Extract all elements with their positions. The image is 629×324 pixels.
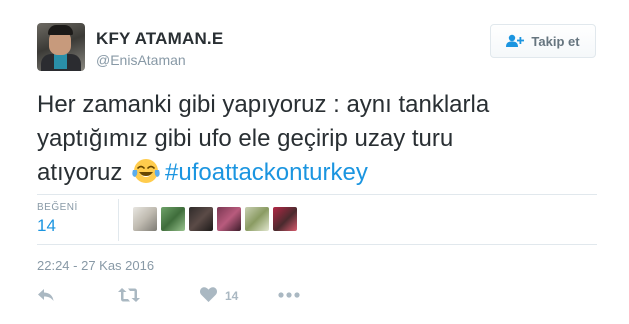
tears-of-joy-emoji: [131, 157, 161, 185]
divider: [37, 194, 597, 195]
user-avatar[interactable]: [37, 23, 85, 71]
tweet-text-line: atıyoruz #ufoattackonturkey: [37, 156, 597, 190]
stats-separator: [118, 199, 119, 241]
likes-label: BEĞENİ: [37, 202, 78, 213]
tweet-timestamp[interactable]: 22:24 - 27 Kas 2016: [37, 258, 154, 273]
like-button[interactable]: 14: [200, 287, 238, 305]
liker-avatar[interactable]: [245, 207, 269, 231]
user-display-name[interactable]: KFY ATAMAN.E: [96, 29, 223, 49]
hashtag-link[interactable]: #ufoattackonturkey: [165, 159, 368, 186]
liker-avatar[interactable]: [189, 207, 213, 231]
liker-avatar[interactable]: [217, 207, 241, 231]
retweet-icon: [118, 287, 140, 306]
tweet-text-segment: atıyoruz: [37, 159, 123, 186]
tweet-text-line: Her zamanki gibi yapıyoruz : aynı tankla…: [37, 91, 490, 118]
tweet-card: KFY ATAMAN.E @EnisAtaman Takip et Her za…: [0, 0, 629, 324]
add-user-icon: [506, 34, 525, 48]
like-count: 14: [225, 289, 239, 303]
reply-icon: [37, 287, 55, 306]
reply-button[interactable]: [37, 287, 55, 306]
liker-avatar[interactable]: [161, 207, 185, 231]
liker-avatars: [133, 207, 297, 231]
more-icon: [278, 287, 300, 301]
divider: [37, 244, 597, 245]
tweet-text-line: yaptığımız gibi ufo ele geçirip uzay tur…: [37, 125, 454, 152]
liker-avatar[interactable]: [273, 207, 297, 231]
follow-button[interactable]: Takip et: [490, 24, 596, 58]
follow-button-label: Takip et: [531, 33, 580, 49]
retweet-button[interactable]: [118, 287, 140, 306]
liker-avatar[interactable]: [133, 207, 157, 231]
heart-icon: [200, 287, 217, 305]
likes-count[interactable]: 14: [37, 216, 56, 236]
more-button[interactable]: [278, 287, 300, 301]
tweet-text: Her zamanki gibi yapıyoruz : aynı tankla…: [37, 88, 597, 190]
user-handle[interactable]: @EnisAtaman: [96, 52, 186, 68]
